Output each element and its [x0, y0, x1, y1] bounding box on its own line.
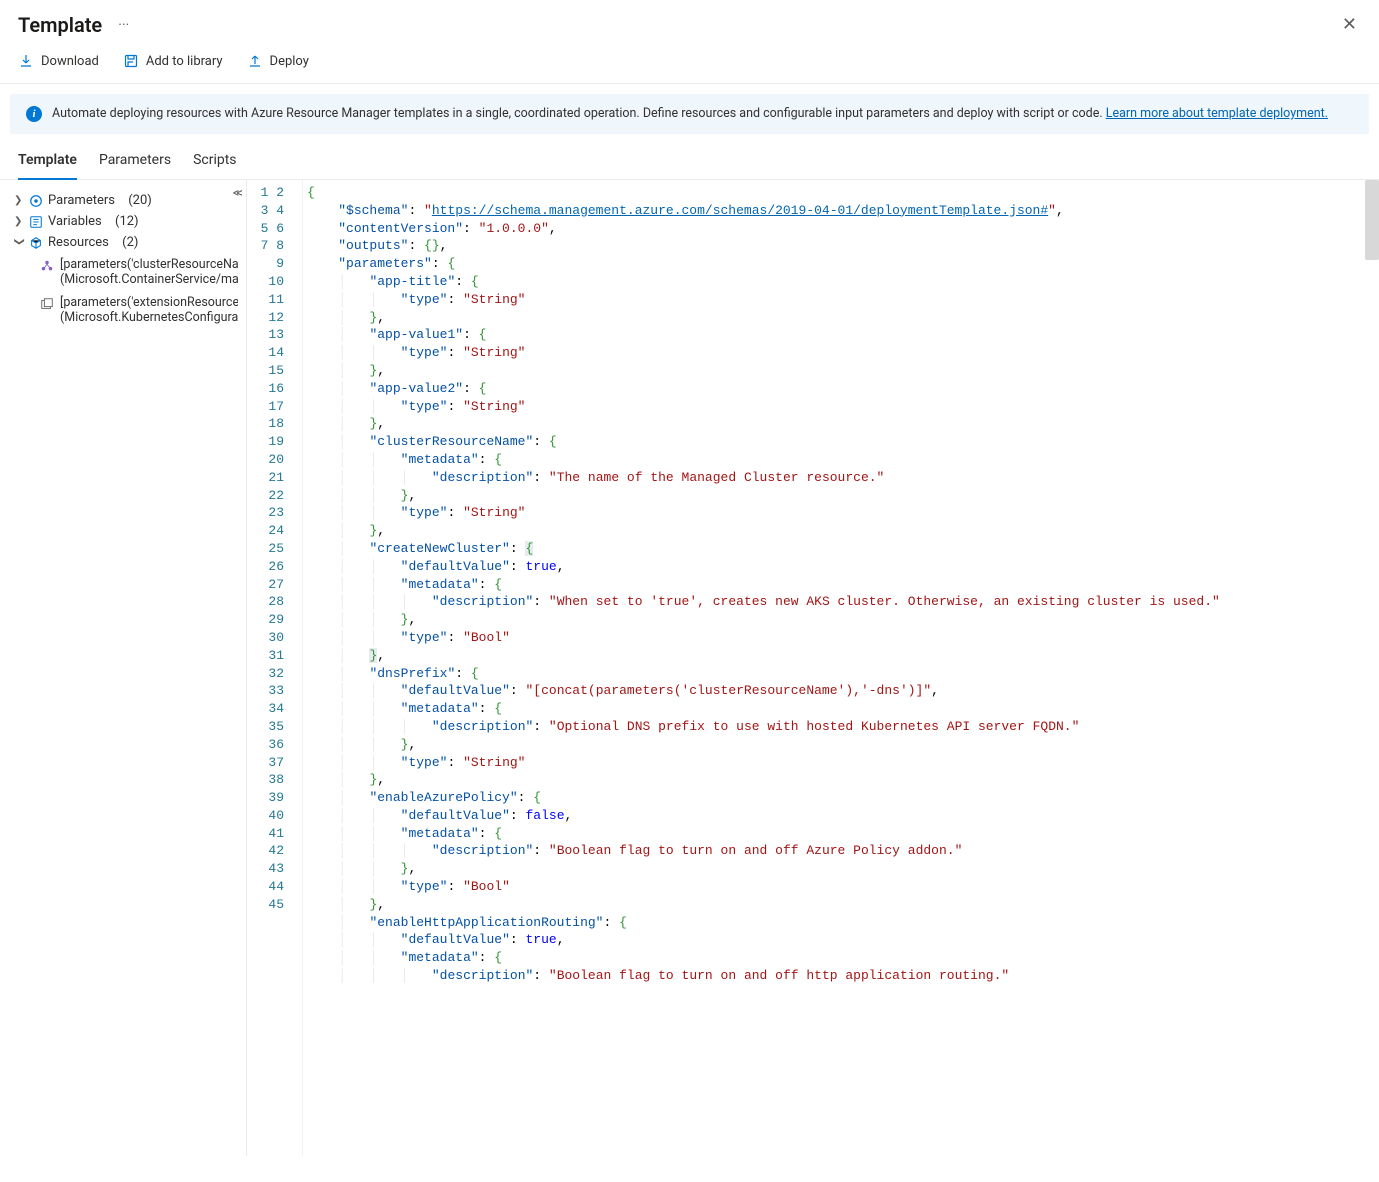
page-title: Template	[18, 13, 102, 37]
info-banner: i Automate deploying resources with Azur…	[10, 94, 1369, 134]
learn-more-link[interactable]: Learn more about template deployment.	[1106, 106, 1328, 121]
variables-icon	[29, 215, 43, 229]
close-icon[interactable]: ✕	[1338, 10, 1361, 39]
collapse-sidebar-icon[interactable]: <<	[233, 186, 240, 201]
deploy-icon	[247, 53, 263, 69]
download-icon	[18, 53, 34, 69]
cluster-icon	[40, 259, 54, 273]
line-gutter: 1 2 3 4 5 6 7 8 9 10 11 12 13 14 15 16 1…	[247, 180, 303, 1156]
code-editor[interactable]: 1 2 3 4 5 6 7 8 9 10 11 12 13 14 15 16 1…	[246, 180, 1379, 1156]
tree-node-resources[interactable]: ❯ Resources (2)	[14, 232, 238, 253]
tab-template[interactable]: Template	[18, 144, 77, 180]
chevron-down-icon: ❯	[14, 238, 25, 248]
more-menu[interactable]: ···	[118, 17, 129, 33]
resources-icon	[29, 236, 43, 250]
vertical-scrollbar[interactable]	[1365, 180, 1379, 260]
tab-parameters[interactable]: Parameters	[99, 144, 171, 180]
chevron-right-icon: ❯	[14, 216, 24, 227]
tab-scripts[interactable]: Scripts	[193, 144, 236, 180]
chevron-right-icon: ❯	[14, 195, 24, 206]
tree-node-variables[interactable]: ❯ Variables (12)	[14, 211, 238, 232]
resource-tree: << ❯ Parameters (20) ❯ Variables (12) ❯ …	[0, 180, 246, 1156]
tree-node-parameters[interactable]: ❯ Parameters (20)	[14, 190, 238, 211]
tree-resource-item[interactable]: [parameters('clusterResourceName (Micros…	[40, 253, 238, 291]
add-to-library-button[interactable]: Add to library	[123, 53, 223, 69]
download-button[interactable]: Download	[18, 53, 99, 69]
code-content[interactable]: { "$schema": "https://schema.management.…	[303, 180, 1379, 1156]
parameters-icon	[29, 194, 43, 208]
save-icon	[123, 53, 139, 69]
info-icon: i	[26, 106, 42, 122]
deploy-button[interactable]: Deploy	[247, 53, 309, 69]
tree-resource-item[interactable]: [parameters('extensionResourceNa (Micros…	[40, 291, 238, 329]
extension-icon	[40, 297, 54, 311]
